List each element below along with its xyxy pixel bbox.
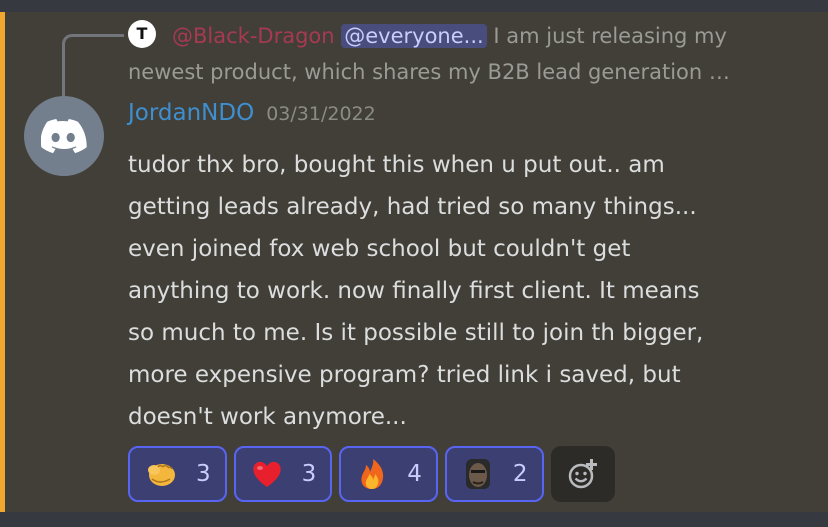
message-header: JordanNDO 03/31/2022 [128,100,376,126]
chat-frame: T @Black-Dragon @everyone... I am just r… [0,0,828,527]
reaction-fire[interactable]: 4 [339,446,438,502]
avatar[interactable] [24,96,104,176]
reaction-count: 4 [407,461,422,487]
reaction-count: 3 [196,461,211,487]
reply-preview-text-line2: newest product, which shares my B2B lead… [128,60,730,84]
everyone-mention[interactable]: @everyone... [341,24,487,48]
reaction-bar: 3 3 4 2 [128,446,615,502]
heart-emoji-icon [250,457,284,491]
reply-preview[interactable]: @Black-Dragon @everyone... I am just rel… [128,18,818,90]
reaction-fist[interactable]: 3 [128,446,227,502]
reaction-count: 3 [301,461,317,487]
face-custom-emoji-icon [461,457,495,491]
message-content: tudor thx bro, bought this when u put ou… [128,152,704,430]
reaction-custom-face[interactable]: 2 [444,446,544,502]
add-reaction-icon [568,459,597,489]
reaction-heart[interactable]: 3 [233,446,333,502]
fire-emoji-icon [355,457,389,491]
timestamp: 03/31/2022 [266,103,376,125]
reply-preview-text: I am just releasing my [486,24,727,48]
reply-author-name[interactable]: @Black-Dragon [172,24,335,48]
discord-logo-icon [41,119,87,154]
add-reaction-button[interactable] [550,446,615,502]
reply-spine [62,34,124,100]
fist-emoji-icon [144,457,178,491]
message-item[interactable]: T @Black-Dragon @everyone... I am just r… [0,12,828,512]
reaction-count: 2 [512,461,528,487]
highlight-accent-bar [0,12,5,512]
username[interactable]: JordanNDO [128,100,254,126]
